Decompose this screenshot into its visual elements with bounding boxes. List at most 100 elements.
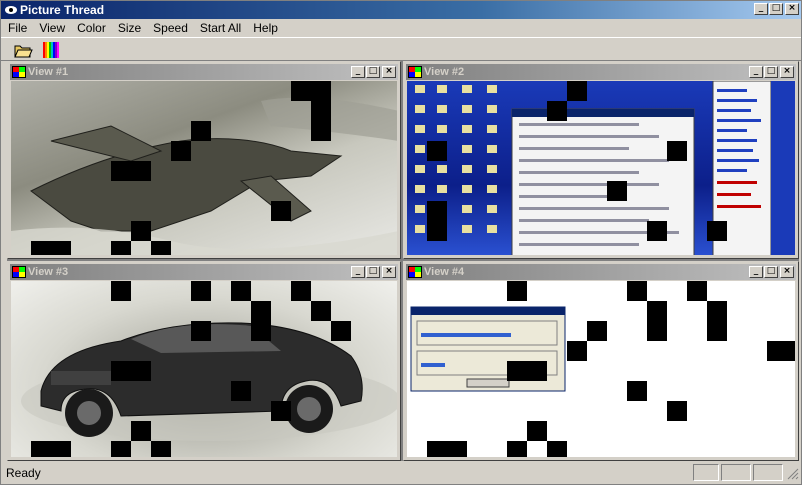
status-pane-3 bbox=[753, 464, 783, 481]
maximize-icon: □ bbox=[368, 66, 378, 76]
close-icon: × bbox=[385, 66, 393, 76]
view-4-minimize-button[interactable]: _ bbox=[749, 266, 763, 278]
black-tile bbox=[311, 101, 331, 141]
minimize-icon: _ bbox=[753, 266, 759, 276]
open-button[interactable] bbox=[12, 40, 34, 60]
toolbar bbox=[1, 37, 801, 61]
black-tile bbox=[547, 441, 567, 457]
black-tile bbox=[427, 141, 447, 161]
jet-image bbox=[11, 97, 397, 255]
black-tile bbox=[231, 281, 251, 301]
view-4-title: View #4 bbox=[424, 266, 465, 278]
view-icon bbox=[408, 266, 422, 278]
view-3-title: View #3 bbox=[28, 266, 69, 278]
menu-bar: File View Color Size Speed Start All Hel… bbox=[1, 19, 801, 37]
black-tile bbox=[507, 281, 527, 301]
black-tile bbox=[567, 81, 587, 101]
view-1-picture bbox=[11, 81, 397, 255]
minimize-icon: _ bbox=[355, 66, 361, 76]
view-icon bbox=[12, 66, 26, 78]
close-icon: × bbox=[783, 266, 791, 276]
black-tile bbox=[151, 441, 171, 457]
view-2-title: View #2 bbox=[424, 66, 465, 78]
color-bars-icon bbox=[43, 42, 59, 58]
view-1-title-bar[interactable]: View #1 _ □ × bbox=[10, 64, 398, 80]
maximize-icon: □ bbox=[771, 3, 781, 13]
black-tile bbox=[231, 381, 251, 401]
view-2-window[interactable]: View #2 _ □ × bbox=[403, 61, 799, 259]
menu-file[interactable]: File bbox=[3, 21, 32, 35]
black-tile bbox=[271, 201, 291, 221]
black-tile bbox=[767, 341, 795, 361]
black-tile bbox=[111, 441, 131, 457]
view-1-minimize-button[interactable]: _ bbox=[351, 66, 365, 78]
black-tile bbox=[291, 81, 311, 101]
view-3-minimize-button[interactable]: _ bbox=[351, 266, 365, 278]
black-tile bbox=[131, 421, 151, 441]
menu-view[interactable]: View bbox=[34, 21, 70, 35]
black-tile bbox=[111, 361, 151, 381]
black-tile bbox=[627, 281, 647, 301]
black-tile bbox=[707, 301, 727, 341]
car-image bbox=[21, 322, 397, 441]
black-tile bbox=[667, 401, 687, 421]
view-2-picture bbox=[407, 81, 795, 255]
view-4-maximize-button[interactable]: □ bbox=[764, 266, 778, 278]
black-tile bbox=[527, 421, 547, 441]
maximize-icon: □ bbox=[766, 266, 776, 276]
black-tile bbox=[311, 301, 331, 321]
view-4-close-button[interactable]: × bbox=[780, 266, 794, 278]
view-1-close-button[interactable]: × bbox=[382, 66, 396, 78]
maximize-icon: □ bbox=[368, 266, 378, 276]
view-3-maximize-button[interactable]: □ bbox=[366, 266, 380, 278]
minimize-icon: _ bbox=[758, 3, 764, 13]
black-tile bbox=[427, 201, 447, 241]
view-4-window[interactable]: View #4 _ □ × bbox=[403, 261, 799, 461]
black-tile bbox=[547, 101, 567, 121]
menu-color[interactable]: Color bbox=[72, 21, 111, 35]
black-tile bbox=[647, 301, 667, 341]
view-3-title-bar[interactable]: View #3 _ □ × bbox=[10, 264, 398, 280]
view-2-minimize-button[interactable]: _ bbox=[749, 66, 763, 78]
black-tile bbox=[331, 321, 351, 341]
minimize-icon: _ bbox=[355, 266, 361, 276]
resize-grip-icon[interactable] bbox=[787, 468, 799, 480]
close-button[interactable]: × bbox=[785, 3, 799, 15]
black-tile bbox=[507, 441, 527, 457]
view-2-close-button[interactable]: × bbox=[780, 66, 794, 78]
black-tile bbox=[251, 301, 271, 341]
status-pane-1 bbox=[693, 464, 719, 481]
mdi-client-area: View #1 _ □ × View #2 _ □ × View #3 _ □ … bbox=[7, 61, 799, 461]
black-tile bbox=[667, 141, 687, 161]
menu-speed[interactable]: Speed bbox=[148, 21, 193, 35]
black-tile bbox=[647, 221, 667, 241]
title-bar[interactable]: Picture Thread _ □ × bbox=[1, 1, 801, 19]
view-1-title: View #1 bbox=[28, 66, 69, 78]
view-3-picture bbox=[11, 281, 397, 457]
black-tile bbox=[291, 281, 311, 301]
menu-size[interactable]: Size bbox=[113, 21, 146, 35]
menu-start-all[interactable]: Start All bbox=[195, 21, 246, 35]
view-1-window[interactable]: View #1 _ □ × bbox=[7, 61, 401, 259]
view-2-title-bar[interactable]: View #2 _ □ × bbox=[406, 64, 796, 80]
color-palette-button[interactable] bbox=[40, 40, 62, 60]
view-3-window[interactable]: View #3 _ □ × bbox=[7, 261, 401, 461]
view-1-maximize-button[interactable]: □ bbox=[366, 66, 380, 78]
app-icon bbox=[5, 6, 17, 14]
minimize-button[interactable]: _ bbox=[754, 3, 768, 15]
maximize-button[interactable]: □ bbox=[769, 3, 783, 15]
view-4-title-bar[interactable]: View #4 _ □ × bbox=[406, 264, 796, 280]
black-tile bbox=[111, 281, 131, 301]
status-text: Ready bbox=[6, 466, 41, 480]
view-3-close-button[interactable]: × bbox=[382, 266, 396, 278]
black-tile bbox=[111, 161, 151, 181]
menu-help[interactable]: Help bbox=[248, 21, 283, 35]
close-icon: × bbox=[385, 266, 393, 276]
dialog-image bbox=[410, 306, 566, 392]
minimize-icon: _ bbox=[753, 66, 759, 76]
black-tile bbox=[271, 401, 291, 421]
view-icon bbox=[12, 266, 26, 278]
status-bar: Ready bbox=[1, 462, 801, 484]
window-title: Picture Thread bbox=[20, 3, 105, 17]
view-2-maximize-button[interactable]: □ bbox=[764, 66, 778, 78]
